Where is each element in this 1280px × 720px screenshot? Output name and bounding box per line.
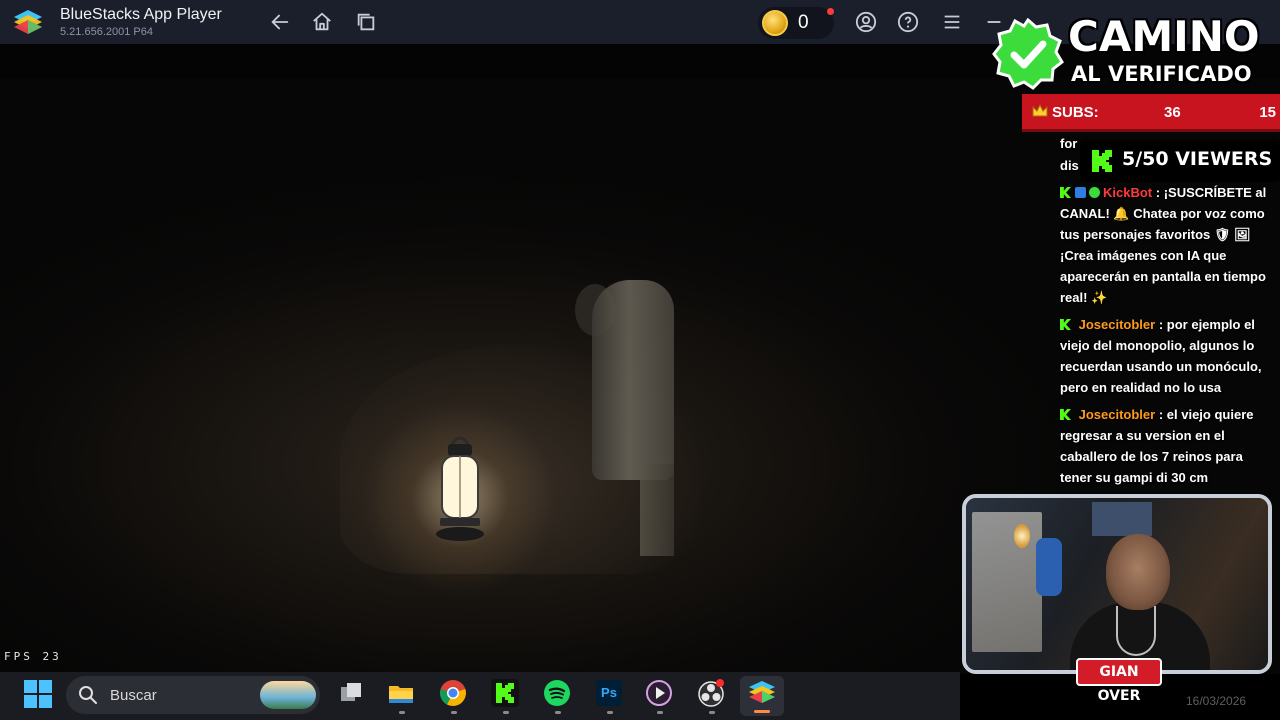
chat-username: Josecitobler (1078, 317, 1156, 332)
chat-separator: : (1152, 185, 1164, 200)
active-indicator (754, 710, 770, 713)
bluestacks-logo-icon (14, 10, 42, 34)
figure-body (592, 280, 674, 480)
running-indicator (709, 711, 715, 714)
chat-separator: : (1155, 317, 1167, 332)
kick-badge-icon (1060, 409, 1071, 420)
file-explorer-icon[interactable] (386, 678, 416, 708)
chat-message: Josecitobler : el viejo quiere regresar … (1060, 404, 1272, 488)
running-indicator (399, 711, 405, 714)
subs-goal-bar: SUBS: 36 15 (1022, 94, 1280, 132)
account-icon[interactable] (854, 10, 878, 34)
running-indicator (451, 711, 457, 714)
running-indicator (555, 711, 561, 714)
overlay-subtitle: AL VERIFICADO (1071, 62, 1252, 86)
bluestacks-icon[interactable] (747, 678, 777, 708)
webcam-lamp (1014, 524, 1030, 548)
streamer-face (1106, 534, 1170, 610)
webcam-frame (962, 494, 1272, 674)
chat-username: KickBot (1103, 185, 1153, 200)
verified-badge-icon (992, 18, 1064, 90)
back-icon[interactable] (268, 10, 292, 34)
kick-logo-icon (1092, 150, 1112, 172)
crown-icon (1032, 104, 1048, 117)
mod-badge-icon (1075, 187, 1086, 198)
webcam-poster (1092, 502, 1152, 536)
running-indicator (607, 711, 613, 714)
chat-message: Josecitobler : por ejemplo el viejo del … (1060, 314, 1272, 398)
chat-separator: : (1155, 407, 1167, 422)
photoshop-icon[interactable]: Ps (594, 678, 624, 708)
coin-icon (762, 10, 788, 36)
webcam-shelf (972, 512, 1042, 652)
task-view-icon[interactable] (336, 678, 366, 708)
notification-dot (827, 8, 834, 15)
app-version: 5.21.656.2001 P64 (60, 26, 153, 38)
search-icon (79, 686, 97, 704)
spotify-icon[interactable] (542, 678, 572, 708)
recent-apps-icon[interactable] (354, 10, 378, 34)
coin-count: 0 (798, 12, 809, 33)
figure-legs (640, 464, 674, 556)
streamer-name-tag: GIAN OVER (1076, 658, 1162, 704)
lantern-icon (436, 436, 484, 541)
chat-fragment: for (1060, 136, 1078, 151)
search-highlight-art (260, 681, 316, 709)
photoshop-label: Ps (596, 680, 622, 706)
media-player-icon[interactable] (644, 678, 674, 708)
running-indicator (503, 711, 509, 714)
coin-balance[interactable]: 0 (758, 7, 834, 39)
date-label: 16/03/2026 (1186, 694, 1247, 708)
home-icon[interactable] (310, 10, 334, 34)
viewers-text: 5/50 VIEWERS (1122, 148, 1273, 170)
overlay-title: CAMINO (1068, 12, 1260, 61)
menu-icon[interactable] (940, 10, 964, 34)
windows-taskbar: Buscar Ps (0, 672, 960, 720)
subs-label: SUBS: (1052, 104, 1099, 121)
subs-count: 36 (1164, 104, 1181, 121)
subs-goal: 15 (1259, 104, 1276, 121)
chat-fragment: dis (1060, 158, 1079, 173)
windows-start-icon[interactable] (24, 680, 52, 708)
webcam-figure (1036, 538, 1062, 596)
chat-text: ¡SUSCRÍBETE al CANAL! 🔔 Chatea por voz c… (1060, 185, 1267, 305)
kick-badge-icon (1060, 187, 1071, 198)
app-title: BlueStacks App Player (60, 6, 222, 23)
streamer-chain (1116, 606, 1156, 656)
kick-icon[interactable] (490, 678, 520, 708)
running-indicator (657, 711, 663, 714)
viewers-counter: 5/50 VIEWERS (1080, 140, 1280, 182)
chrome-icon[interactable] (438, 678, 468, 708)
search-placeholder: Buscar (110, 687, 157, 704)
chat-message: KickBot : ¡SUSCRÍBETE al CANAL! 🔔 Chatea… (1060, 182, 1272, 308)
help-icon[interactable] (896, 10, 920, 34)
chat-username: Josecitobler (1078, 407, 1156, 422)
taskbar-search[interactable]: Buscar (66, 676, 320, 714)
kick-badge-icon (1060, 319, 1071, 330)
obs-icon[interactable] (696, 678, 726, 708)
fps-counter: FPS 23 (4, 650, 62, 663)
verified-badge-mini-icon (1089, 187, 1100, 198)
